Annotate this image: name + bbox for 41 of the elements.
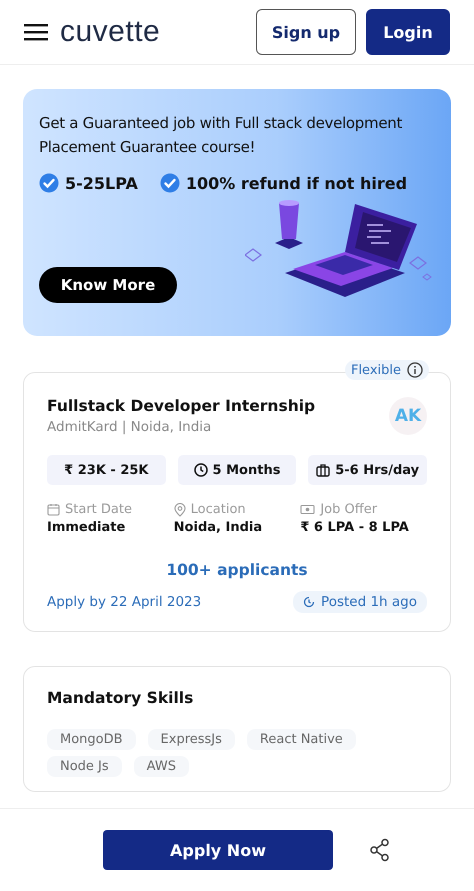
company-location: AdmitKard | Noida, India [47,419,212,435]
calendar-icon [47,503,60,516]
job-title: Fullstack Developer Internship [47,397,316,415]
clock-icon [303,596,316,608]
apply-now-button[interactable]: Apply Now [103,830,333,870]
company-logo: AK [389,397,427,435]
perk-text: 100% refund if not hired [186,174,408,192]
perk-text: 5-25LPA [65,174,138,192]
chip-text: 5 Months [212,462,280,478]
check-icon [160,173,180,193]
skill-tag: ExpressJs [148,729,235,750]
badge-text: Flexible [350,362,401,378]
logo[interactable]: cuvette [60,15,160,49]
section-title: Mandatory Skills [47,689,194,707]
clock-icon [194,463,208,477]
info-icon[interactable] [407,362,423,378]
banknote-icon [300,504,316,515]
skill-tag: AWS [134,756,189,777]
chip-text: ₹ 23K - 25K [64,462,149,478]
signup-button[interactable]: Sign up [256,9,356,55]
detail-value: Immediate [47,520,126,535]
posted-text: Posted 1h ago [321,594,417,610]
detail-value: ₹ 6 LPA - 8 LPA [300,520,410,535]
briefcase-icon [316,463,330,477]
share-icon[interactable] [369,838,391,862]
applicants-count: 100+ applicants [165,561,309,579]
skill-tag: Node Js [47,756,122,777]
banner-headline: Get a Guaranteed job with Full stack development Placement Guarantee course! [39,113,404,158]
chip-text: 5-6 Hrs/day [335,462,420,478]
skill-tag: React Native [246,729,356,750]
apply-by-date: Apply by 22 April 2023 [47,594,202,610]
detail-value: Noida, India [174,520,264,535]
detail-label: Job Offer [320,502,378,517]
location-pin-icon [174,502,186,516]
menu-icon[interactable] [24,23,48,41]
login-button[interactable]: Login [366,9,450,55]
detail-label: Start Date [65,502,132,517]
check-icon [39,173,59,193]
skill-tag: MongoDB [47,729,136,750]
detail-label: Location [190,502,246,517]
know-more-button[interactable]: Know More [39,267,177,303]
